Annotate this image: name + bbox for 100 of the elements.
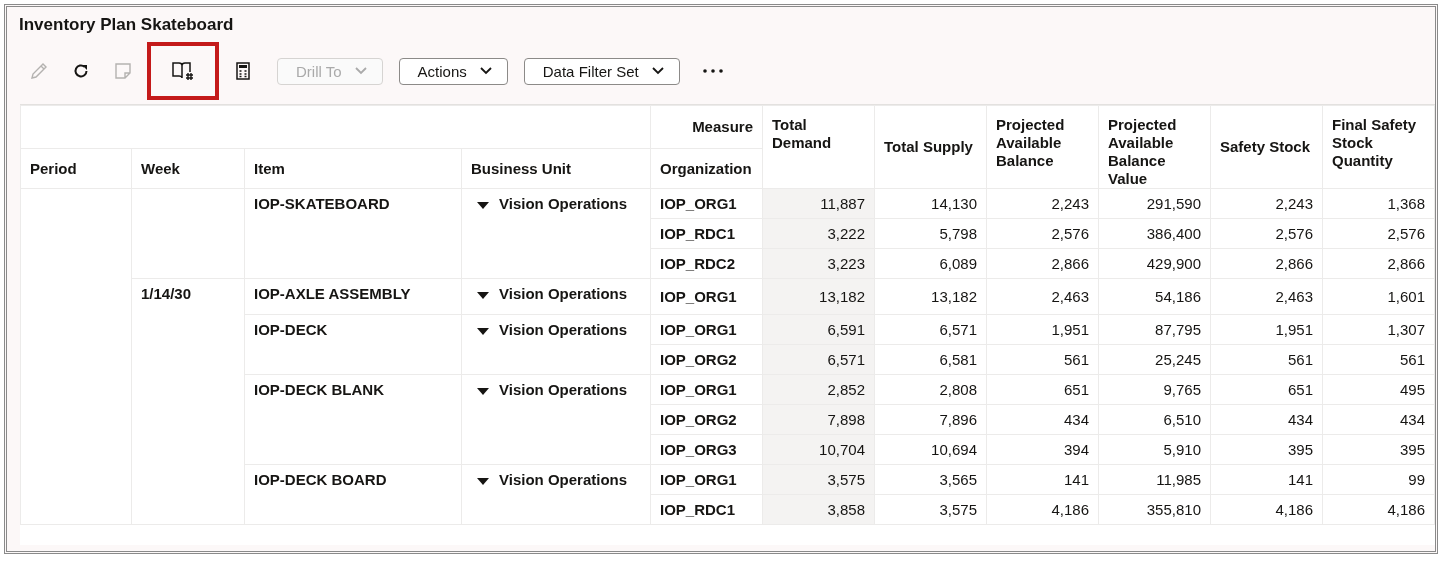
dropdown-button[interactable]: Actions	[398, 57, 508, 85]
table-cell: 355,810	[1146, 501, 1201, 518]
table-cell: 11,985	[1156, 471, 1201, 488]
calculator-icon	[233, 61, 253, 81]
window-title: Inventory Plan Skateboard	[18, 14, 235, 35]
table-cell: 394	[1063, 441, 1089, 458]
table-cell: 2,808	[939, 381, 977, 398]
table-cell: 5,798	[939, 225, 977, 242]
book-icon	[171, 60, 195, 82]
dropdown-icon[interactable]	[477, 477, 489, 486]
table-cell: 3,858	[827, 501, 865, 518]
table-cell: IOP_ORG1	[660, 195, 737, 212]
table-cell: 10,694	[931, 441, 977, 458]
chevron-down-icon	[478, 66, 493, 76]
table-cell: 395	[1287, 441, 1313, 458]
table-cell: IOP-DECK BOARD	[254, 471, 387, 488]
table-cell: 5,910	[1163, 441, 1201, 458]
column-header: Week	[141, 159, 180, 177]
table-cell: 1/14/30	[141, 285, 192, 302]
table-cell: 2,866	[1275, 255, 1313, 272]
table-cell: 7,896	[939, 411, 977, 428]
dropdown-icon[interactable]	[477, 387, 489, 396]
pencil-icon	[29, 61, 49, 81]
table-cell: 2,463	[1275, 288, 1313, 305]
table-cell: IOP_ORG1	[660, 381, 737, 398]
table-cell: 429,900	[1146, 255, 1201, 272]
table-cell: Vision Operations	[499, 285, 628, 302]
table-cell: 1,951	[1275, 321, 1313, 338]
table-cell: 395	[1399, 441, 1425, 458]
dropdown-button[interactable]: Data Filter Set	[523, 57, 680, 85]
table-cell: 4,186	[1275, 501, 1313, 518]
table-cell: 7,898	[827, 411, 865, 428]
table-cell: 2,576	[1275, 225, 1313, 242]
table-cell: 651	[1287, 381, 1313, 398]
table-cell: IOP_ORG1	[660, 471, 737, 488]
table-cell: 4,186	[1387, 501, 1425, 518]
table-cell: 651	[1063, 381, 1089, 398]
table-cell: 2,852	[827, 381, 865, 398]
table-cell: IOP-SKATEBOARD	[254, 195, 390, 212]
table-cell: 141	[1063, 471, 1089, 488]
dropdown-icon[interactable]	[477, 201, 489, 210]
table-cell: Vision Operations	[499, 195, 628, 212]
table-cell: IOP_ORG1	[660, 321, 737, 338]
table-cell: 434	[1399, 411, 1425, 428]
table-cell: 3,575	[939, 501, 977, 518]
table-cell: IOP_ORG3	[660, 441, 737, 458]
table-cell: IOP_ORG2	[660, 411, 737, 428]
chevron-down-icon	[353, 66, 368, 76]
table-cell: 386,400	[1146, 225, 1201, 242]
table-cell: 561	[1063, 351, 1089, 368]
table-cell: 13,182	[819, 288, 865, 305]
column-header: Safety Stock	[1220, 138, 1311, 155]
table-cell: 1,368	[1387, 195, 1425, 212]
table-cell: 3,565	[939, 471, 977, 488]
table-cell: 3,575	[827, 471, 865, 488]
column-header: Projected Available Balance	[996, 116, 1065, 169]
table-cell: 25,245	[1155, 351, 1201, 368]
note-icon	[113, 61, 133, 81]
column-header: Item	[254, 159, 285, 177]
table-cell: 1,951	[1051, 321, 1089, 338]
table-cell: 54,186	[1155, 288, 1201, 305]
table-cell: 11,887	[820, 195, 865, 212]
book-button[interactable]	[147, 42, 219, 100]
table-cell: 2,463	[1051, 288, 1089, 305]
table-cell: 2,866	[1387, 255, 1425, 272]
table-cell: IOP_ORG2	[660, 351, 737, 368]
chevron-down-icon	[650, 66, 665, 76]
table-cell: Vision Operations	[499, 471, 628, 488]
table-cell: IOP_RDC1	[660, 225, 736, 242]
table-cell: IOP-DECK	[254, 321, 328, 338]
table-cell: 1,601	[1387, 288, 1425, 305]
table-cell: 4,186	[1051, 501, 1089, 518]
table-cell: 3,223	[827, 255, 865, 272]
table-cell: 6,591	[827, 321, 865, 338]
table-cell: IOP-DECK BLANK	[254, 381, 384, 398]
column-header: Measure	[692, 118, 753, 136]
column-header: Projected Available Balance Value	[1108, 116, 1177, 187]
table-cell: IOP_RDC2	[660, 255, 736, 272]
table-cell: 10,704	[819, 441, 865, 458]
table-cell: 13,182	[931, 288, 977, 305]
table-cell: 14,130	[931, 195, 977, 212]
column-header: Organization	[660, 159, 752, 177]
table-cell: Vision Operations	[499, 321, 628, 338]
table-cell: 495	[1399, 381, 1425, 398]
table-cell: IOP_RDC1	[660, 501, 736, 518]
table-cell: 3,222	[827, 225, 865, 242]
column-header: Business Unit	[471, 159, 572, 177]
table-cell: IOP-AXLE ASSEMBLY	[254, 285, 411, 302]
table-cell: 2,243	[1275, 195, 1313, 212]
table-cell: 99	[1408, 471, 1425, 488]
table-cell: 6,581	[939, 351, 977, 368]
table-cell: 561	[1287, 351, 1313, 368]
table-cell: 1,307	[1387, 321, 1425, 338]
dropdown-icon[interactable]	[477, 291, 489, 300]
table-cell: 434	[1287, 411, 1313, 428]
table-cell: 141	[1287, 471, 1313, 488]
dropdown-icon[interactable]	[477, 327, 489, 336]
table-cell: 2,866	[1051, 255, 1089, 272]
table-cell: 2,576	[1051, 225, 1089, 242]
table-cell: 291,590	[1146, 195, 1201, 212]
